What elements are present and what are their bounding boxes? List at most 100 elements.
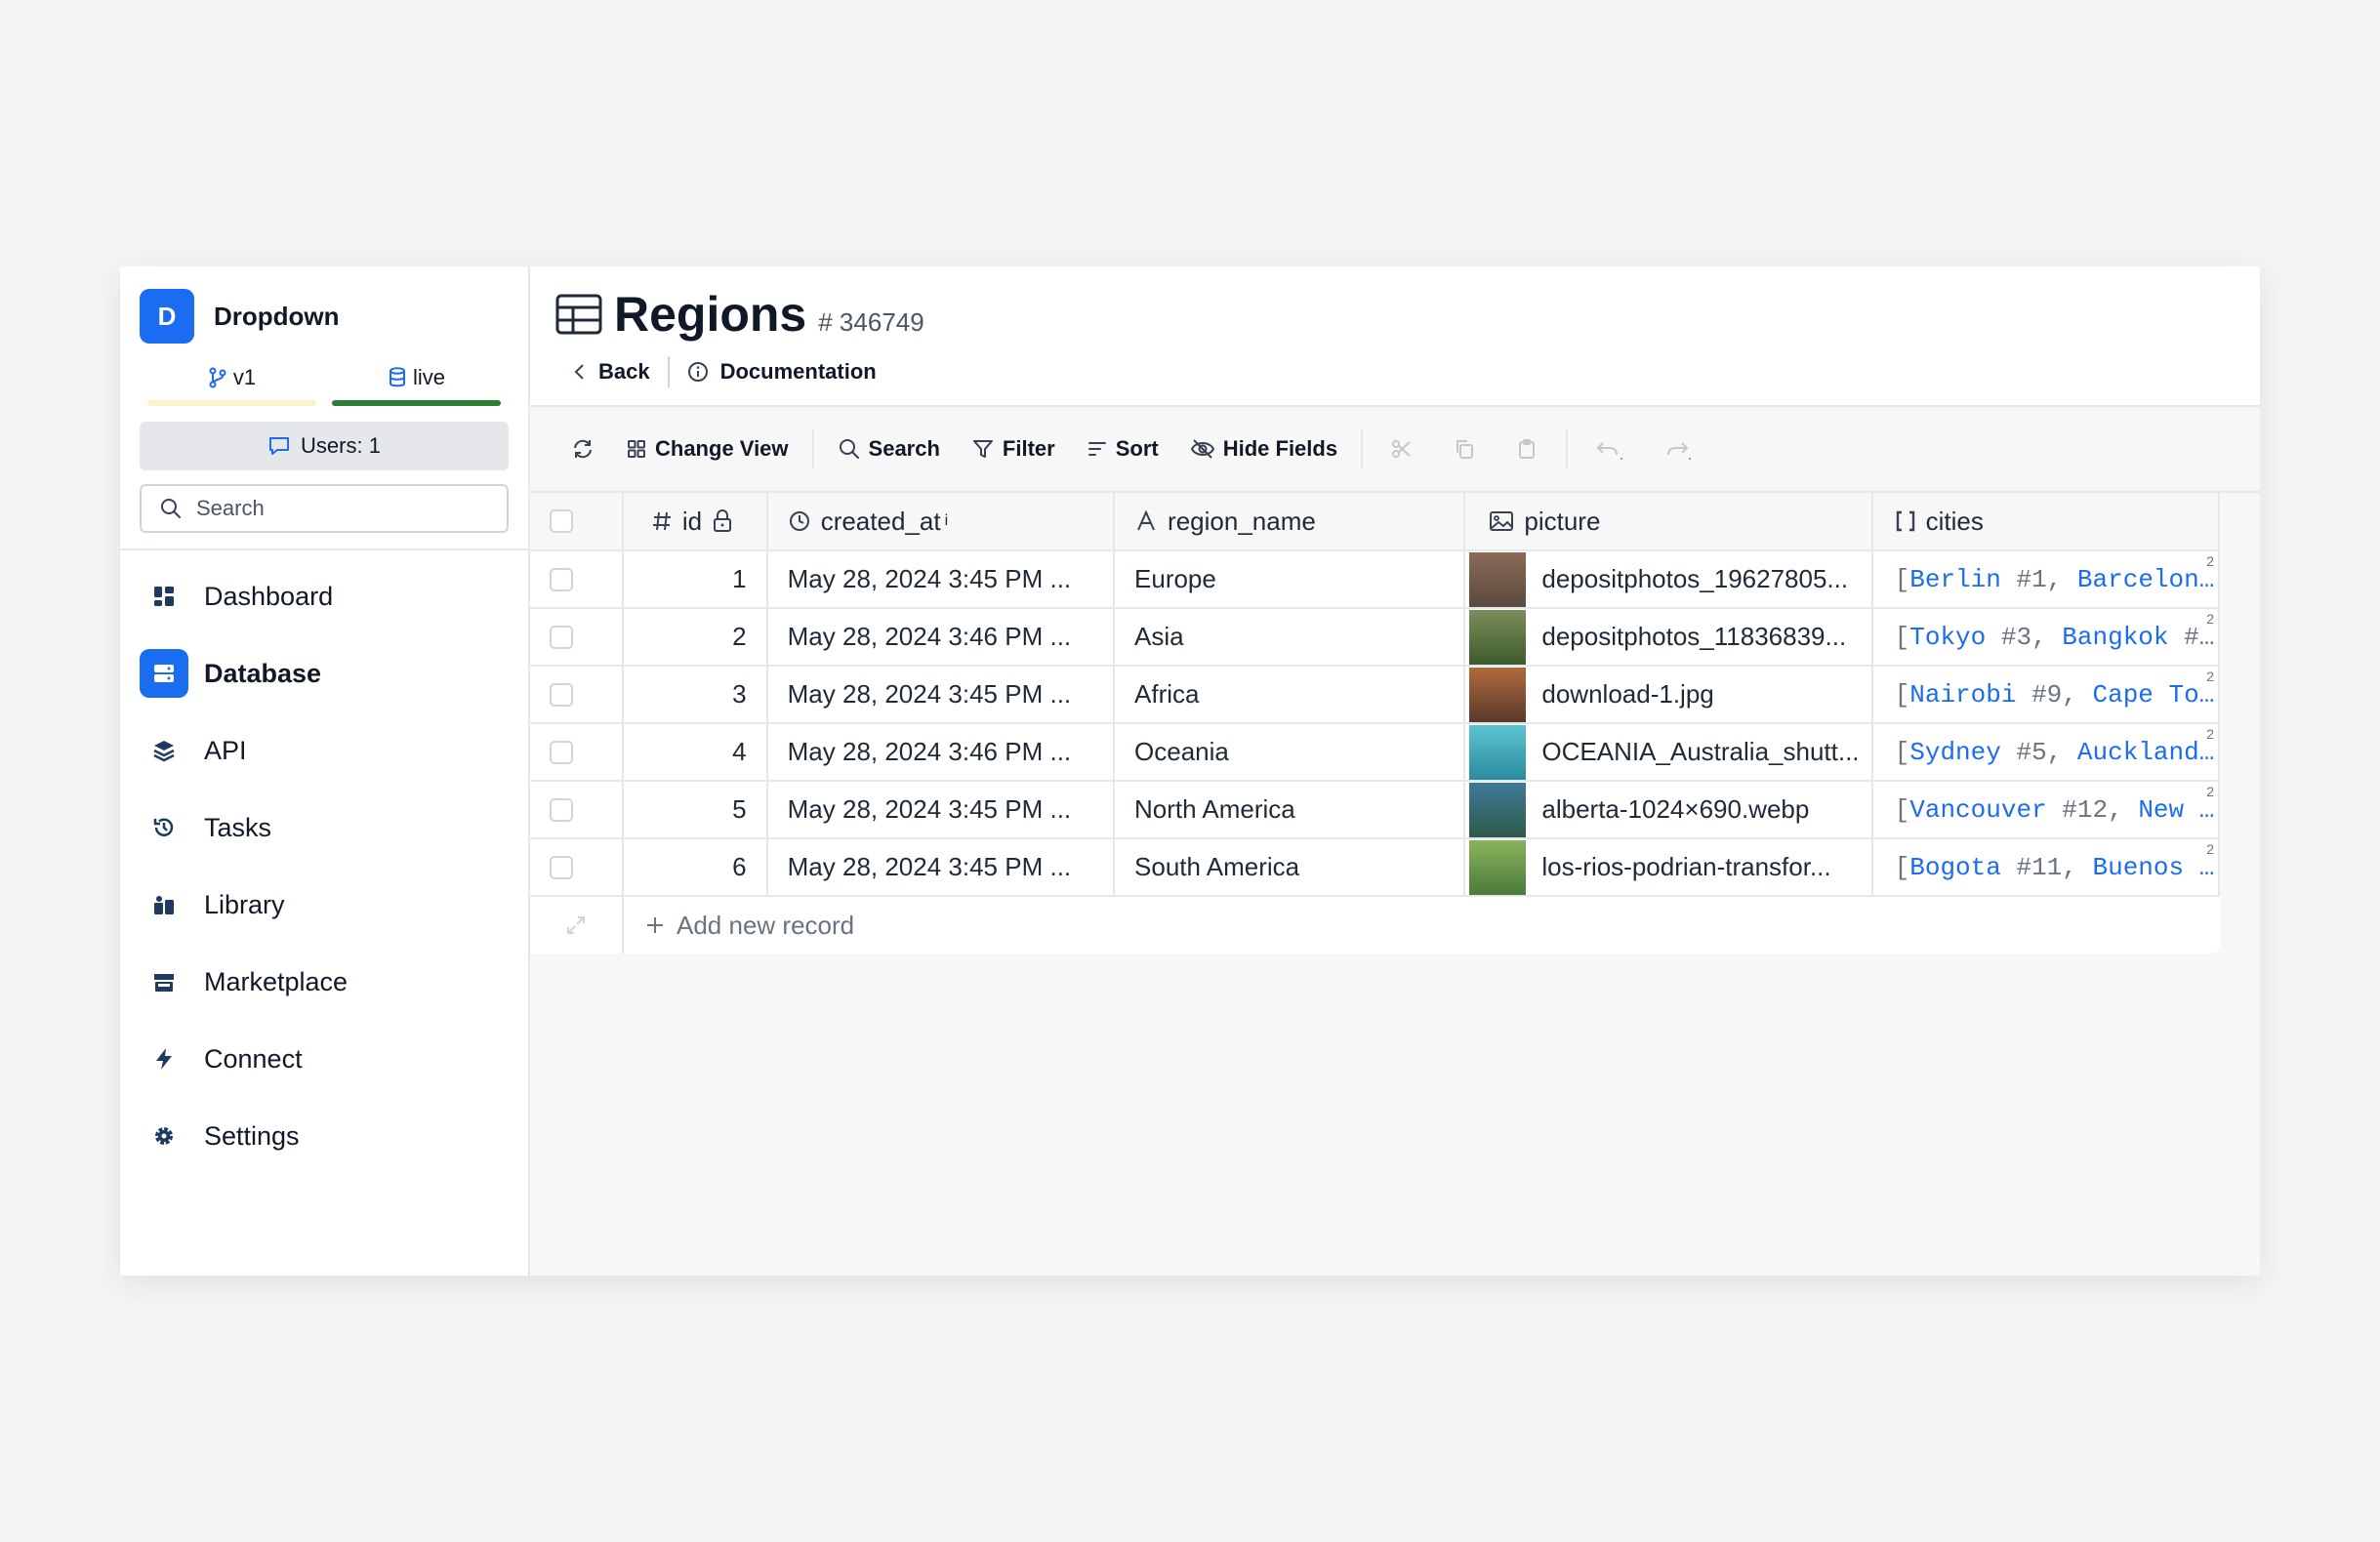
branch-tab-v1[interactable]: v1: [140, 365, 324, 406]
filter-button[interactable]: Filter: [956, 436, 1071, 462]
row-checkbox[interactable]: [549, 855, 573, 879]
city-link[interactable]: Barcelon…: [2077, 565, 2214, 594]
cell-region-name[interactable]: Oceania: [1115, 724, 1466, 780]
cell-value: North America: [1134, 794, 1295, 824]
cell-id[interactable]: 6: [624, 839, 768, 895]
sidebar-item-tasks[interactable]: Tasks: [140, 801, 509, 854]
column-header-region-name[interactable]: region_name: [1115, 493, 1466, 549]
sidebar-item-connect[interactable]: Connect: [140, 1033, 509, 1085]
row-checkbox[interactable]: [549, 740, 573, 764]
cell-created-at[interactable]: May 28, 2024 3:46 PM ...: [768, 609, 1116, 665]
cell-created-at[interactable]: May 28, 2024 3:45 PM ...: [768, 839, 1116, 895]
row-checkbox[interactable]: [549, 797, 573, 822]
back-button[interactable]: Back: [555, 359, 668, 385]
cut-button[interactable]: [1371, 437, 1433, 461]
cell-cities[interactable]: [Tokyo #3, Bangkok #… 2: [1873, 609, 2220, 665]
city-link[interactable]: Bogota: [1909, 853, 2001, 882]
cell-id[interactable]: 2: [624, 609, 768, 665]
city-link[interactable]: Bangkok: [2062, 623, 2168, 652]
sidebar-item-dashboard[interactable]: Dashboard: [140, 570, 509, 623]
paste-button[interactable]: [1496, 437, 1558, 461]
toolbar-divider: [1566, 429, 1569, 468]
sidebar-item-settings[interactable]: Settings: [140, 1110, 509, 1162]
sidebar-item-api[interactable]: API: [140, 724, 509, 777]
search-button[interactable]: Search: [822, 436, 956, 462]
row-select-cell: [530, 551, 624, 607]
grid-view-icon: [628, 440, 645, 458]
documentation-button[interactable]: Documentation: [670, 359, 894, 385]
column-header-id[interactable]: id: [624, 493, 768, 549]
hide-fields-button[interactable]: Hide Fields: [1174, 436, 1353, 462]
city-link[interactable]: Buenos …: [2093, 853, 2215, 882]
cell-id[interactable]: 5: [624, 782, 768, 837]
sidebar-item-database[interactable]: Database: [140, 647, 509, 700]
table-row[interactable]: 3 May 28, 2024 3:45 PM ... Africa download-…: [530, 667, 2220, 724]
cell-cities[interactable]: [Vancouver #12, New … 2: [1873, 782, 2220, 837]
table-row[interactable]: 6 May 28, 2024 3:45 PM ... South America lo…: [530, 839, 2220, 897]
cell-cities[interactable]: [Bogota #11, Buenos … 2: [1873, 839, 2220, 895]
workspace-switcher[interactable]: D Dropdown: [120, 266, 528, 344]
city-link[interactable]: Cape To…: [2093, 680, 2215, 710]
select-all-cell: [530, 493, 624, 549]
column-header-picture[interactable]: picture: [1465, 493, 1873, 549]
cell-picture[interactable]: alberta-1024×690.webp: [1465, 782, 1873, 837]
image-icon: [1490, 511, 1514, 531]
cell-region-name[interactable]: Asia: [1115, 609, 1466, 665]
cell-picture[interactable]: download-1.jpg: [1465, 667, 1873, 722]
city-link[interactable]: New …: [2138, 795, 2214, 825]
cell-cities[interactable]: [Berlin #1, Barcelon… 2: [1873, 551, 2220, 607]
sidebar-item-marketplace[interactable]: Marketplace: [140, 955, 509, 1008]
users-button[interactable]: Users: 1: [140, 422, 509, 470]
branch-tab-live[interactable]: live: [324, 365, 509, 406]
cell-cities[interactable]: [Sydney #5, Auckland… 2: [1873, 724, 2220, 780]
row-checkbox[interactable]: [549, 625, 573, 649]
cell-picture[interactable]: los-rios-podrian-transfor...: [1465, 839, 1873, 895]
cell-id[interactable]: 1: [624, 551, 768, 607]
sidebar-search-input[interactable]: [196, 496, 489, 521]
table-row[interactable]: 5 May 28, 2024 3:45 PM ... North America al…: [530, 782, 2220, 839]
refresh-button[interactable]: [555, 437, 610, 461]
city-link[interactable]: Sydney: [1909, 738, 2001, 767]
column-header-cities[interactable]: cities: [1873, 493, 2220, 549]
add-record-button[interactable]: Add new record: [624, 911, 854, 941]
cell-created-at[interactable]: May 28, 2024 3:45 PM ...: [768, 667, 1116, 722]
cell-region-name[interactable]: Europe: [1115, 551, 1466, 607]
table-row[interactable]: 4 May 28, 2024 3:46 PM ... Oceania OCEANIA_…: [530, 724, 2220, 782]
cell-created-at[interactable]: May 28, 2024 3:45 PM ...: [768, 551, 1116, 607]
redo-button[interactable]: [1644, 437, 1712, 461]
cell-picture[interactable]: depositphotos_11836839...: [1465, 609, 1873, 665]
api-layers-icon: [153, 741, 175, 762]
select-all-checkbox[interactable]: [549, 509, 573, 533]
city-ref: #12: [2062, 794, 2109, 825]
cell-picture[interactable]: depositphotos_19627805...: [1465, 551, 1873, 607]
cities-count: 2: [2206, 841, 2214, 857]
cell-picture[interactable]: OCEANIA_Australia_shutt...: [1465, 724, 1873, 780]
change-view-button[interactable]: Change View: [610, 436, 804, 462]
copy-button[interactable]: [1433, 437, 1496, 461]
cell-region-name[interactable]: South America: [1115, 839, 1466, 895]
city-link[interactable]: Nairobi: [1909, 680, 2016, 710]
cell-created-at[interactable]: May 28, 2024 3:45 PM ...: [768, 782, 1116, 837]
city-link[interactable]: Vancouver: [1909, 795, 2046, 825]
cell-region-name[interactable]: North America: [1115, 782, 1466, 837]
city-link[interactable]: Tokyo: [1909, 623, 1986, 652]
row-checkbox[interactable]: [549, 682, 573, 707]
table-row[interactable]: 2 May 28, 2024 3:46 PM ... Asia depositphot…: [530, 609, 2220, 667]
column-header-created-at[interactable]: created_at i: [768, 493, 1116, 549]
cell-region-name[interactable]: Africa: [1115, 667, 1466, 722]
city-link[interactable]: Berlin: [1909, 565, 2001, 594]
cell-cities[interactable]: [Nairobi #9, Cape To… 2: [1873, 667, 2220, 722]
cell-id[interactable]: 4: [624, 724, 768, 780]
text-type-icon: [1137, 509, 1155, 531]
sidebar-item-library[interactable]: Library: [140, 878, 509, 931]
database-small-icon: [389, 367, 405, 387]
expand-icon[interactable]: [565, 914, 587, 936]
city-link[interactable]: Auckland…: [2077, 738, 2214, 767]
undo-button[interactable]: [1576, 437, 1644, 461]
clock-icon: [789, 511, 809, 531]
sort-button[interactable]: Sort: [1071, 436, 1174, 462]
row-checkbox[interactable]: [549, 567, 573, 591]
cell-id[interactable]: 3: [624, 667, 768, 722]
table-row[interactable]: 1 May 28, 2024 3:45 PM ... Europe depositph…: [530, 551, 2220, 609]
cell-created-at[interactable]: May 28, 2024 3:46 PM ...: [768, 724, 1116, 780]
